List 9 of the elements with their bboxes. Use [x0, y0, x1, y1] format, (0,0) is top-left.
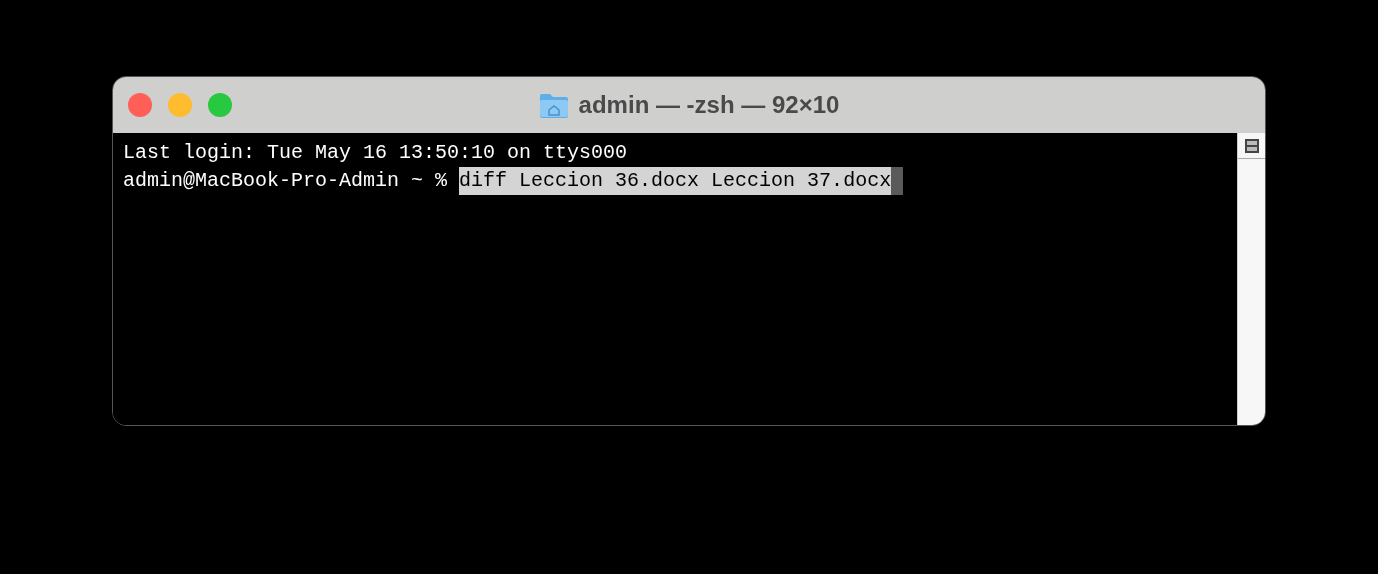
shell-prompt: admin@MacBook-Pro-Admin ~ % — [123, 168, 448, 194]
window-control-button[interactable] — [128, 93, 152, 117]
home-folder-icon — [538, 92, 569, 118]
split-pane-icon[interactable] — [1243, 137, 1260, 154]
window-control-button[interactable] — [168, 93, 192, 117]
window-title: admin — -zsh — 92×10 — [578, 90, 840, 120]
selected-command: diff Leccion 36.docx Leccion 37.docx — [459, 167, 892, 195]
window-control-button[interactable] — [208, 93, 232, 117]
terminal-line: Last login: Tue May 16 13:50:10 on ttys000 — [123, 140, 628, 166]
